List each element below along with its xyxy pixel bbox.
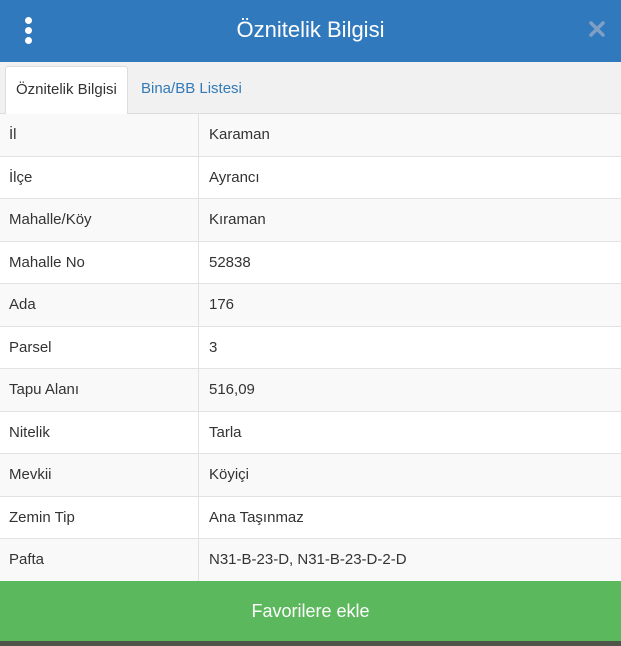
- attribute-key: Zemin Tip: [0, 496, 199, 539]
- panel-title: Öznitelik Bilgisi: [236, 17, 385, 42]
- attribute-value: 52838: [198, 241, 621, 284]
- table-row: Zemin Tip Ana Taşınmaz: [0, 496, 621, 539]
- table-row: İl Karaman: [0, 114, 621, 157]
- attribute-key: Parsel: [0, 326, 199, 369]
- attribute-key: Pafta: [0, 538, 199, 582]
- attribute-value: 516,09: [198, 368, 621, 412]
- table-row: Pafta N31-B-23-D, N31-B-23-D-2-D: [0, 538, 621, 582]
- table-row: Ada 176: [0, 283, 621, 327]
- attribute-value: N31-B-23-D, N31-B-23-D-2-D: [198, 538, 621, 582]
- table-row: Mahalle No 52838: [0, 241, 621, 284]
- table-row: Mevkii Köyiçi: [0, 453, 621, 497]
- tab-bar: Öznitelik Bilgisi Bina/BB Listesi: [0, 62, 621, 115]
- attribute-table: İl Karaman İlçe Ayrancı Mahalle/Köy Kıra…: [0, 114, 621, 582]
- attribute-key: Mahalle No: [0, 241, 199, 284]
- attribute-value: 3: [198, 326, 621, 369]
- attribute-key: Ada: [0, 283, 199, 327]
- attribute-value: Kıraman: [198, 198, 621, 242]
- attribute-key: Nitelik: [0, 411, 199, 454]
- close-icon[interactable]: [588, 20, 606, 38]
- attribute-value: Ana Taşınmaz: [198, 496, 621, 539]
- add-to-favorites-button[interactable]: Favorilere ekle: [0, 581, 621, 641]
- attribute-value: Tarla: [198, 411, 621, 454]
- attribute-value: Karaman: [198, 114, 621, 157]
- attribute-key: Mahalle/Köy: [0, 198, 199, 242]
- tab-attribute-info[interactable]: Öznitelik Bilgisi: [5, 66, 128, 115]
- attribute-value: Köyiçi: [198, 453, 621, 497]
- table-row: İlçe Ayrancı: [0, 156, 621, 199]
- attribute-value: Ayrancı: [198, 156, 621, 199]
- attribute-key: Mevkii: [0, 453, 199, 497]
- attribute-key: İlçe: [0, 156, 199, 199]
- table-row: Mahalle/Köy Kıraman: [0, 198, 621, 242]
- table-row: Nitelik Tarla: [0, 411, 621, 454]
- panel-header: Öznitelik Bilgisi: [0, 0, 621, 62]
- table-row: Parsel 3: [0, 326, 621, 369]
- attribute-info-panel: Öznitelik Bilgisi Öznitelik Bilgisi Bina…: [0, 0, 621, 646]
- background-map-strip: [0, 641, 621, 646]
- table-row: Tapu Alanı 516,09: [0, 368, 621, 412]
- attribute-key: İl: [0, 114, 199, 157]
- tab-building-list[interactable]: Bina/BB Listesi: [131, 66, 252, 112]
- attribute-key: Tapu Alanı: [0, 368, 199, 412]
- attribute-value: 176: [198, 283, 621, 327]
